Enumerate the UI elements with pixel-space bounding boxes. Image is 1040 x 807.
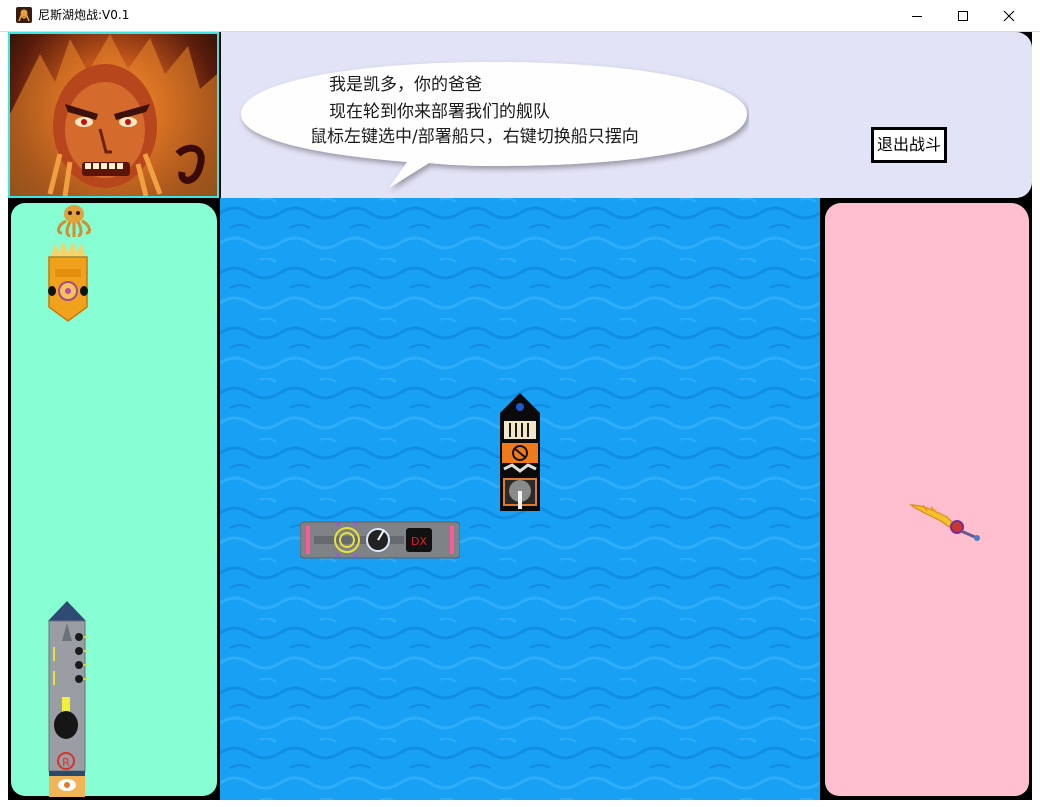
dialog-panel: 我是凯多，你的爸爸 现在轮到你来部署我们的舰队 鼠标左键选中/部署船只，右键切换… [221,32,1032,198]
close-icon [1003,10,1015,21]
speech-line: 我是凯多，你的爸爸 [329,75,482,95]
octopus-icon[interactable] [52,203,96,239]
speech-bubble: 我是凯多，你的爸爸 现在轮到你来部署我们的舰队 鼠标左键选中/部署船只，右键切换… [239,58,749,194]
black-ship-icon[interactable] [500,393,540,511]
game-canvas[interactable]: 我是凯多，你的爸爸 现在轮到你来部署我们的舰队 鼠标左键选中/部署船只，右键切换… [8,32,1032,800]
svg-text:R: R [62,756,70,769]
title-bar: 尼斯湖炮战:V0.1 [0,0,1040,32]
tall-warship-icon[interactable]: R [45,601,89,797]
fleet-dock: R [11,203,217,797]
app-icon [16,7,32,23]
speech-line: 现在轮到你来部署我们的舰队 [329,102,550,122]
golden-sword-icon[interactable] [909,501,981,541]
exit-battle-label: 退出战斗 [876,135,941,154]
enemy-dock [825,203,1029,796]
close-button[interactable] [986,0,1032,31]
window-title: 尼斯湖炮战:V0.1 [38,8,130,22]
speech-line: 鼠标左键选中/部署船只，右键切换船只摆向 [310,127,639,147]
minimize-button[interactable] [894,0,940,31]
grey-ship-icon[interactable]: DX [300,520,460,560]
minimize-icon [912,15,922,17]
character-portrait [8,32,219,198]
golden-ship-icon[interactable] [45,241,91,323]
maximize-icon [958,10,968,21]
svg-text:DX: DX [411,535,427,548]
sea-board[interactable]: DX [220,198,820,800]
exit-battle-button[interactable]: 退出战斗 [871,127,947,163]
maximize-button[interactable] [940,0,986,31]
